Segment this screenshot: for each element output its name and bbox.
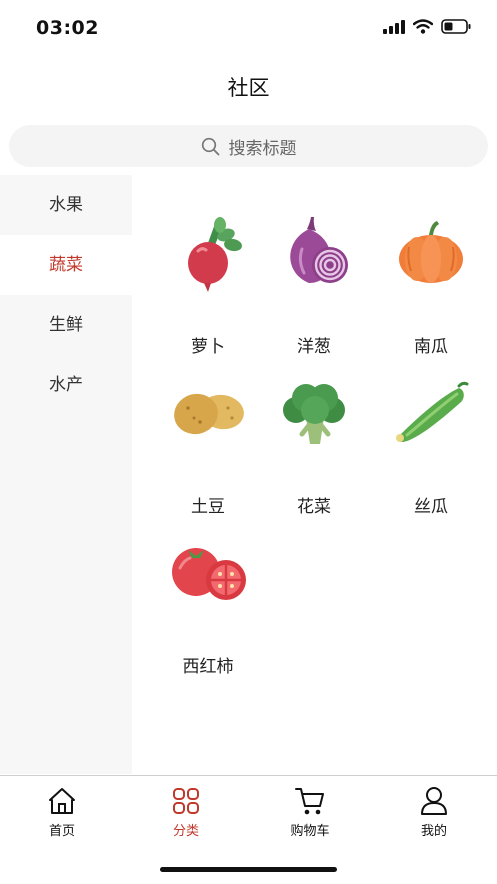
tab-home[interactable]: 首页 bbox=[22, 786, 102, 839]
radish-icon bbox=[188, 216, 242, 292]
page-title: 社区 bbox=[227, 76, 270, 100]
signal-icon bbox=[383, 19, 405, 34]
search-bar[interactable]: 搜索标题 bbox=[9, 125, 488, 167]
product-name: 花菜 bbox=[297, 497, 331, 517]
product-name: 西红柿 bbox=[182, 657, 234, 677]
tab-me[interactable]: 我的 bbox=[394, 786, 474, 839]
loofah-icon bbox=[396, 381, 469, 442]
pumpkin-icon bbox=[399, 220, 463, 283]
tab-label: 我的 bbox=[420, 824, 447, 839]
tab-category[interactable]: 分类 bbox=[146, 786, 226, 839]
product-name: 土豆 bbox=[191, 497, 225, 517]
product-item[interactable]: 萝卜 bbox=[150, 205, 266, 357]
sidebar-item-fruit[interactable]: 水果 bbox=[0, 175, 132, 235]
broccoli-icon bbox=[283, 383, 345, 444]
tab-label: 首页 bbox=[48, 824, 75, 839]
product-item[interactable]: 土豆 bbox=[150, 365, 266, 517]
cart-icon bbox=[295, 788, 324, 815]
tomato-icon bbox=[172, 547, 246, 600]
product-item[interactable]: 南瓜 bbox=[373, 205, 489, 357]
wifi-icon bbox=[413, 19, 433, 34]
battery-icon bbox=[441, 19, 471, 34]
home-indicator bbox=[160, 867, 337, 872]
product-grid: 萝卜 洋葱 南瓜 土豆 花菜 丝瓜 西红柿 bbox=[132, 175, 497, 774]
product-item[interactable]: 丝瓜 bbox=[373, 365, 489, 517]
category-sidebar: 水果 蔬菜 生鲜 水产 bbox=[0, 175, 132, 774]
tab-label: 分类 bbox=[172, 824, 199, 839]
product-name: 丝瓜 bbox=[414, 497, 448, 517]
user-icon bbox=[421, 787, 447, 815]
category-icon bbox=[173, 788, 199, 814]
potato-icon bbox=[174, 393, 244, 434]
product-item[interactable]: 花菜 bbox=[256, 365, 372, 517]
product-name: 南瓜 bbox=[414, 337, 448, 357]
product-item[interactable]: 西红柿 bbox=[150, 525, 266, 677]
status-time: 03:02 bbox=[36, 17, 99, 39]
sidebar-item-vegetables[interactable]: 蔬菜 bbox=[0, 235, 132, 295]
status-bar: 03:02 bbox=[0, 0, 497, 58]
search-icon bbox=[201, 137, 219, 155]
tab-label: 购物车 bbox=[290, 824, 330, 839]
status-icons bbox=[383, 19, 471, 34]
product-item[interactable]: 洋葱 bbox=[256, 205, 372, 357]
sidebar-item-seafood[interactable]: 水产 bbox=[0, 355, 132, 415]
onion-icon bbox=[290, 216, 348, 283]
search-placeholder: 搜索标题 bbox=[228, 138, 297, 159]
product-name: 萝卜 bbox=[191, 337, 225, 357]
home-icon bbox=[49, 788, 75, 814]
tab-cart[interactable]: 购物车 bbox=[270, 786, 350, 839]
sidebar-item-fresh[interactable]: 生鲜 bbox=[0, 295, 132, 355]
product-name: 洋葱 bbox=[297, 337, 331, 357]
